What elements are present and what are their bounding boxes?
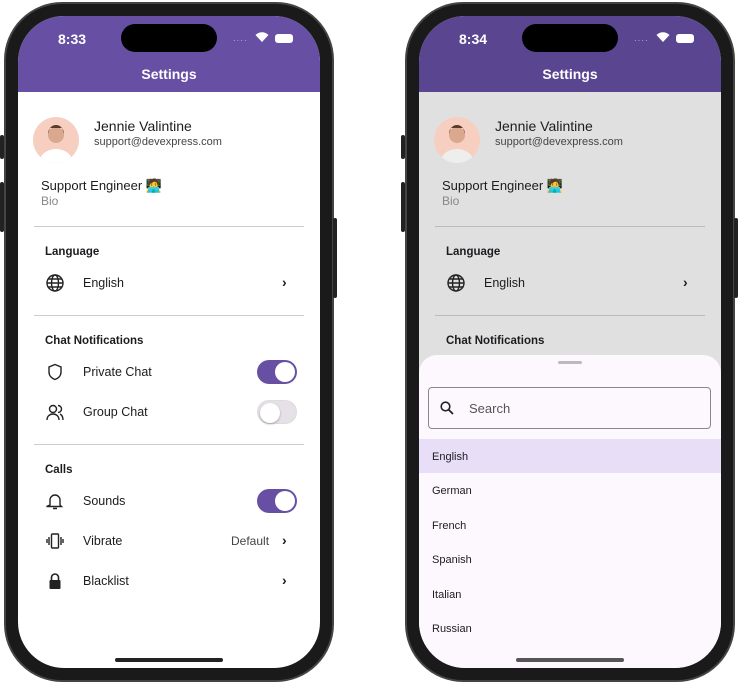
- section-chat-notifications: Chat Notifications: [45, 335, 144, 347]
- settings-screen: 8:33 ···· Settings Jennie Valintine supp…: [18, 16, 320, 668]
- divider: [34, 444, 304, 445]
- side-button: [0, 182, 4, 232]
- divider: [34, 315, 304, 316]
- phone-left: 8:33 ···· Settings Jennie Valintine supp…: [4, 2, 334, 682]
- group-chat-toggle[interactable]: [257, 400, 297, 424]
- language-value: English: [484, 276, 525, 290]
- blacklist-label[interactable]: Blacklist: [83, 574, 129, 588]
- section-calls: Calls: [45, 464, 73, 476]
- group-chat-label: Group Chat: [83, 405, 148, 419]
- globe-icon: [447, 274, 465, 292]
- status-time: 8:33: [58, 31, 87, 47]
- language-option-english[interactable]: English: [419, 439, 721, 473]
- language-option-spanish[interactable]: Spanish: [419, 542, 721, 576]
- divider: [435, 226, 705, 227]
- private-chat-toggle[interactable]: [257, 360, 297, 384]
- settings-screen-dimmed: 8:34 ···· Settings Jennie Valintine supp…: [419, 16, 721, 668]
- chevron-right-icon[interactable]: ›: [282, 532, 287, 548]
- side-button: [0, 135, 4, 159]
- language-option-italian[interactable]: Italian: [419, 577, 721, 611]
- signal-icon: ····: [233, 36, 248, 45]
- avatar[interactable]: [33, 117, 79, 163]
- language-option-french[interactable]: French: [419, 508, 721, 542]
- drag-handle[interactable]: [558, 361, 582, 364]
- avatar: [434, 117, 480, 163]
- vibrate-value[interactable]: Default: [231, 534, 269, 548]
- language-value[interactable]: English: [83, 276, 124, 290]
- sounds-toggle[interactable]: [257, 489, 297, 513]
- lock-icon: [49, 573, 61, 589]
- search-placeholder: Search: [469, 401, 511, 416]
- home-indicator: [516, 658, 624, 662]
- profile-role[interactable]: Support Engineer 🧑‍💻: [41, 178, 162, 194]
- wifi-icon: [656, 32, 670, 42]
- profile-name: Jennie Valintine: [94, 118, 192, 134]
- globe-icon: [46, 274, 64, 292]
- profile-email: support@devexpress.com: [495, 136, 623, 148]
- side-button: [734, 218, 738, 298]
- page-title: Settings: [141, 66, 197, 82]
- users-icon: [46, 404, 64, 421]
- dynamic-island: [121, 24, 217, 52]
- profile-bio-label: Bio: [442, 194, 460, 208]
- dynamic-island: [522, 24, 618, 52]
- private-chat-label: Private Chat: [83, 365, 152, 379]
- signal-icon: ····: [634, 36, 649, 45]
- side-button: [401, 135, 405, 159]
- phone-right: 8:34 ···· Settings Jennie Valintine supp…: [405, 2, 735, 682]
- section-language: Language: [446, 246, 501, 258]
- header: 8:34 ···· Settings: [419, 16, 721, 92]
- chevron-right-icon[interactable]: ›: [282, 572, 287, 588]
- search-icon: [440, 401, 454, 415]
- profile-bio-label: Bio: [41, 194, 59, 208]
- vibrate-label: Vibrate: [83, 534, 123, 548]
- profile-role: Support Engineer 🧑‍💻: [442, 178, 563, 193]
- language-option-german[interactable]: German: [419, 473, 721, 507]
- status-time: 8:34: [459, 31, 488, 47]
- chevron-right-icon: ›: [683, 274, 688, 290]
- search-input[interactable]: Search: [428, 387, 711, 429]
- section-chat-notifications: Chat Notifications: [446, 335, 545, 347]
- sounds-label: Sounds: [83, 494, 126, 508]
- side-button: [333, 218, 337, 298]
- bell-icon: [46, 494, 64, 510]
- shield-icon: [48, 363, 62, 381]
- language-option-russian[interactable]: Russian: [419, 611, 721, 645]
- home-indicator: [115, 658, 223, 662]
- battery-icon: [275, 34, 293, 43]
- battery-icon: [676, 34, 694, 43]
- header: 8:33 ···· Settings: [18, 16, 320, 92]
- wifi-icon: [255, 32, 269, 42]
- divider: [34, 226, 304, 227]
- page-title: Settings: [542, 66, 598, 82]
- vibrate-icon: [46, 533, 64, 549]
- profile-name: Jennie Valintine: [495, 118, 593, 134]
- chevron-right-icon[interactable]: ›: [282, 274, 287, 290]
- section-language: Language: [45, 246, 100, 258]
- side-button: [401, 182, 405, 232]
- divider: [435, 315, 705, 316]
- language-picker-sheet: Search English German French Spanish Ita…: [419, 355, 721, 668]
- profile-email: support@devexpress.com: [94, 136, 222, 148]
